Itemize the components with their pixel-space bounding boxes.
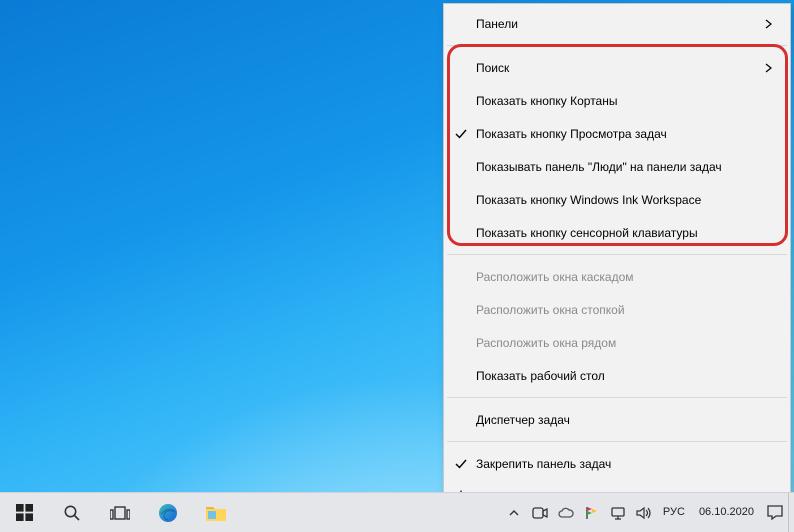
menu-item-label: Расположить окна рядом	[476, 336, 764, 350]
taskbar[interactable]: РУС 06.10.2020	[0, 492, 794, 532]
menu-separator	[447, 397, 787, 398]
edge-browser-button[interactable]	[144, 493, 192, 532]
menu-item-label: Расположить окна стопкой	[476, 303, 764, 317]
menu-item[interactable]: Диспетчер задач	[446, 403, 788, 436]
tray-onedrive[interactable]	[553, 493, 579, 532]
check-icon	[446, 128, 476, 140]
tray-action-center[interactable]	[762, 493, 788, 532]
menu-item-label: Показать рабочий стол	[476, 369, 764, 383]
tray-date: 06.10.2020	[699, 505, 754, 519]
menu-item[interactable]: Показать рабочий стол	[446, 359, 788, 392]
tray-security[interactable]	[579, 493, 605, 532]
menu-item-label: Закрепить панель задач	[476, 457, 764, 471]
taskbar-left	[0, 493, 240, 532]
menu-separator	[447, 254, 787, 255]
menu-item-label: Диспетчер задач	[476, 413, 764, 427]
search-icon	[63, 504, 81, 522]
menu-item-label: Показывать панель "Люди" на панели задач	[476, 160, 764, 174]
folder-icon	[205, 504, 227, 522]
menu-item: Расположить окна стопкой	[446, 293, 788, 326]
menu-item[interactable]: Показать кнопку Просмотра задач	[446, 117, 788, 150]
file-explorer-button[interactable]	[192, 493, 240, 532]
menu-item-label: Показать кнопку Просмотра задач	[476, 127, 764, 141]
start-button[interactable]	[0, 493, 48, 532]
tray-show-hidden[interactable]	[501, 493, 527, 532]
check-icon	[446, 458, 476, 470]
menu-item-label: Панели	[476, 17, 764, 31]
chevron-up-icon	[509, 508, 519, 518]
menu-item-label: Показать кнопку Windows Ink Workspace	[476, 193, 764, 207]
task-view-button[interactable]	[96, 493, 144, 532]
menu-item[interactable]: Показать кнопку Windows Ink Workspace	[446, 183, 788, 216]
menu-separator	[447, 441, 787, 442]
menu-item-label: Показать кнопку сенсорной клавиатуры	[476, 226, 764, 240]
search-button[interactable]	[48, 493, 96, 532]
menu-item-label: Поиск	[476, 61, 764, 75]
speaker-icon	[636, 506, 652, 520]
menu-item[interactable]: Показать кнопку сенсорной клавиатуры	[446, 216, 788, 249]
menu-separator	[447, 45, 787, 46]
taskbar-context-menu: Панели Поиск Показать кнопку Кортаны Показа…	[443, 3, 791, 517]
tray-clock[interactable]: 06.10.2020	[691, 505, 762, 519]
edge-icon	[157, 502, 179, 524]
menu-item[interactable]: Панели	[446, 7, 788, 40]
menu-item-label: Показать кнопку Кортаны	[476, 94, 764, 108]
flag-icon	[585, 506, 599, 520]
taskbar-right: РУС 06.10.2020	[501, 493, 794, 532]
meet-now-icon	[532, 506, 548, 520]
cloud-icon	[558, 507, 574, 519]
menu-item[interactable]: Закрепить панель задач	[446, 447, 788, 480]
chevron-right-icon	[764, 19, 778, 29]
menu-item[interactable]: Поиск	[446, 51, 788, 84]
menu-item[interactable]: Показать кнопку Кортаны	[446, 84, 788, 117]
network-icon	[610, 506, 626, 520]
task-view-icon	[110, 505, 130, 521]
tray-language[interactable]: РУС	[657, 506, 691, 519]
menu-item: Расположить окна рядом	[446, 326, 788, 359]
tray-volume[interactable]	[631, 493, 657, 532]
menu-item[interactable]: Показывать панель "Люди" на панели задач	[446, 150, 788, 183]
tray-network[interactable]	[605, 493, 631, 532]
show-desktop-button[interactable]	[788, 493, 794, 532]
menu-item: Расположить окна каскадом	[446, 260, 788, 293]
notification-icon	[767, 505, 783, 520]
chevron-right-icon	[764, 63, 778, 73]
tray-meet-now[interactable]	[527, 493, 553, 532]
menu-item-label: Расположить окна каскадом	[476, 270, 764, 284]
windows-logo-icon	[16, 504, 33, 521]
